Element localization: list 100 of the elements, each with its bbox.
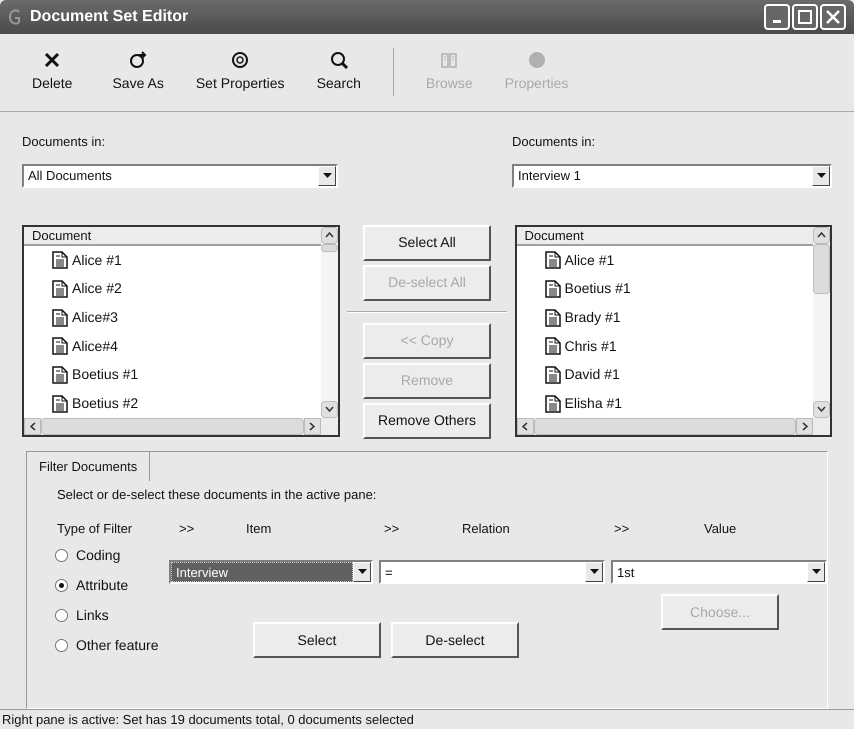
close-button[interactable] (820, 4, 846, 30)
document-name: Alice #1 (72, 250, 122, 270)
scroll-down-button[interactable] (813, 400, 830, 418)
document-icon (52, 337, 68, 356)
dropdown-value: = (384, 564, 394, 582)
scroll-down-button[interactable] (320, 400, 338, 418)
radio-label: Other feature (76, 636, 158, 655)
dropdown-arrow-button[interactable] (318, 166, 336, 186)
scroll-thumb[interactable] (320, 244, 338, 252)
action-button[interactable]: Select All (363, 224, 491, 261)
scroll-up-button[interactable] (813, 226, 830, 244)
filter-action-button[interactable]: Select (253, 622, 381, 658)
maximize-icon (798, 10, 812, 24)
radio-label: Coding (76, 546, 120, 565)
document-name: Alice#4 (72, 336, 118, 356)
document-icon (544, 337, 560, 356)
document-name: Chris #1 (564, 336, 617, 356)
document-icon (544, 394, 560, 413)
document-icon (544, 280, 560, 298)
document-icon (544, 366, 560, 384)
scroll-right-button[interactable] (796, 418, 813, 435)
dropdown-arrow-button[interactable] (353, 562, 371, 582)
caret-icon (358, 569, 366, 576)
dropdown[interactable]: 1st (611, 560, 827, 584)
column-heading: Type of Filter (57, 520, 134, 538)
item-dropdown[interactable]: Interview (169, 560, 373, 584)
document-row[interactable]: David #1 (516, 360, 813, 390)
document-row[interactable]: Boetius #1 (516, 274, 813, 304)
scrollbar-corner (813, 418, 830, 435)
caret-icon (816, 172, 826, 179)
document-row[interactable]: Alice #1 (24, 246, 320, 274)
document-name: Alice#3 (72, 308, 118, 327)
close-icon (826, 10, 840, 24)
column-heading: >> (384, 520, 400, 538)
document-icon (52, 394, 68, 413)
document-row[interactable]: Alice #2 (24, 274, 320, 304)
document-icon (544, 251, 560, 270)
toolbar-button[interactable]: Search (304, 50, 373, 94)
dropdown[interactable]: Interview 1 (512, 164, 832, 188)
document-row[interactable]: Alice#4 (24, 332, 320, 361)
caret-icon (322, 172, 332, 179)
column-heading: Item (246, 520, 272, 538)
pane-label: Documents in: (512, 133, 596, 152)
dropdown-arrow-button[interactable] (585, 562, 603, 582)
toolbar-button[interactable]: Save As (100, 50, 176, 94)
column-heading: >> (179, 520, 196, 538)
filter-type-radio[interactable]: Coding (55, 544, 169, 566)
dropdown-arrow-button[interactable] (807, 562, 825, 582)
dropdown[interactable]: All Documents (22, 164, 338, 188)
document-name: Brady #1 (564, 308, 621, 327)
column-heading: Value (704, 520, 738, 538)
filter-tab[interactable]: Filter Documents (27, 452, 150, 482)
dropdown[interactable]: = (379, 560, 605, 584)
column-heading: Relation (462, 520, 511, 538)
document-name: Elisha #1 (564, 394, 622, 414)
toolbar-button[interactable]: Set Properties (184, 50, 297, 94)
filter-type-radio[interactable]: Links (55, 604, 169, 626)
vertical-scrollbar[interactable] (320, 226, 338, 418)
document-row[interactable]: Boetius #1 (24, 360, 320, 390)
action-button[interactable]: Remove Others (363, 402, 491, 439)
document-name: Alice #2 (72, 279, 122, 298)
document-row[interactable]: Chris #1 (516, 332, 813, 361)
radio-label: Attribute (76, 576, 128, 595)
filter-type-radio[interactable]: Attribute (55, 574, 169, 596)
toolbar-button[interactable]: Delete (20, 50, 84, 94)
document-row[interactable]: Alice#3 (24, 303, 320, 332)
column-heading: >> (614, 520, 630, 538)
document-icon (52, 308, 68, 326)
minimize-button[interactable] (764, 4, 790, 30)
maximize-button[interactable] (792, 4, 818, 30)
scroll-right-button[interactable] (304, 418, 320, 435)
document-name: David #1 (564, 365, 620, 384)
scroll-up-button[interactable] (320, 226, 338, 244)
document-icon (52, 251, 68, 270)
document-row[interactable]: Brady #1 (516, 303, 813, 332)
filter-instruction: Select or de-select these documents in the active pane: (56, 486, 378, 504)
document-name: Alice #1 (564, 250, 614, 270)
search-icon (330, 50, 348, 69)
document-row[interactable]: Alice #1 (516, 246, 813, 274)
caret-icon (812, 569, 820, 576)
document-name: Boetius #2 (72, 394, 138, 414)
dropdown-value: Interview 1 (517, 167, 582, 186)
vertical-scrollbar[interactable] (813, 226, 830, 418)
document-row[interactable]: Boetius #2 (24, 389, 320, 418)
filter-type-radio[interactable]: Other feature (55, 634, 169, 656)
document-row[interactable]: Elisha #1 (516, 389, 813, 418)
column-header[interactable]: Document (516, 226, 813, 246)
scroll-left-button[interactable] (24, 418, 41, 435)
document-icon (52, 366, 68, 384)
window-title: Document Set Editor (30, 6, 190, 27)
minimize-icon (773, 20, 781, 24)
scroll-left-button[interactable] (516, 418, 534, 435)
column-header[interactable]: Document (24, 226, 320, 246)
status-bar: Right pane is active: Set has 19 documents total, 0 documents selected (0, 709, 854, 729)
scrollbar-corner (320, 418, 338, 435)
dropdown-arrow-button[interactable] (812, 166, 830, 186)
scroll-thumb[interactable] (813, 244, 830, 294)
close-icon (43, 50, 62, 69)
radio-label: Links (76, 606, 109, 625)
filter-action-button[interactable]: De-select (391, 622, 519, 658)
